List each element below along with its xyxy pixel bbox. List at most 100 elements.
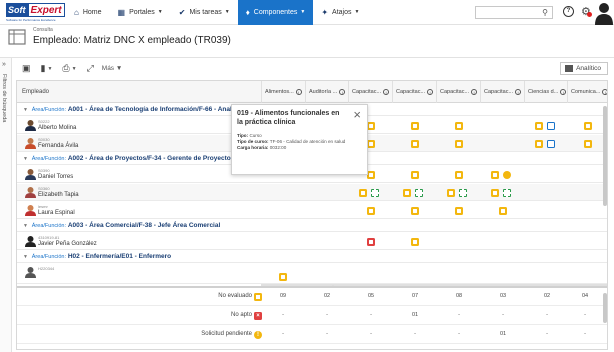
status-pending-icon[interactable] [367,122,375,130]
nav-mis-tareas[interactable]: ✔ Mis tareas ▼ [171,0,238,25]
status-pending-icon[interactable] [279,273,287,281]
nav-componentes[interactable]: ♦ Componentes ▼ [237,0,314,25]
status-pending-icon[interactable] [491,189,499,197]
status-pending-icon[interactable] [455,140,463,148]
analitico-button[interactable]: Analítico [560,62,608,75]
collapse-icon[interactable]: ▼ [23,223,28,229]
column-header[interactable]: Capacitac... i [436,81,480,103]
status-pending-icon[interactable] [491,171,499,179]
status-pending-icon[interactable] [411,140,419,148]
column-header[interactable]: Capacitac... i [480,81,524,103]
nav-home[interactable]: ⌂ Home [66,0,110,25]
close-icon[interactable]: × [353,107,361,122]
status-renewal-icon[interactable] [503,189,511,197]
employee-column-header[interactable]: Empleado [17,81,261,103]
collapse-icon[interactable]: ▼ [23,107,28,113]
status-pending-icon[interactable] [411,122,419,130]
info-icon[interactable]: i [560,88,567,95]
summary-value: 08 [455,293,463,299]
summary-value: 07 [411,293,419,299]
chevron-down-icon[interactable]: ▼ [47,66,52,72]
info-icon[interactable]: i [515,88,522,95]
info-icon[interactable]: i [427,88,434,95]
search-input[interactable]: ⚲ [475,6,553,19]
info-icon[interactable]: i [295,88,302,95]
summary-panel: No evaluado 09 02 05 07 08 03 02 04 No a… [17,286,607,349]
chevron-down-icon: ▼ [157,9,163,15]
breadcrumb[interactable]: Consulta [33,27,53,33]
status-pending-icon[interactable] [584,140,592,148]
status-pending-icon[interactable] [455,171,463,179]
table-row[interactable]: lesmr Laura Espinal [17,202,607,219]
status-failed-icon[interactable] [367,238,375,246]
chart-icon[interactable]: ▮ [41,63,46,74]
nav-atajos[interactable]: ✦ Atajos ▼ [313,0,367,25]
summary-value: - [326,312,328,318]
group-row[interactable]: ▼ Área/Función: H02 - Enfermería/E01 - E… [17,251,607,263]
employee-name: Fernanda Ávila [38,143,79,149]
tooltip-value: TF-06 - Calidad de atención en salud [269,139,346,145]
expand-icon[interactable]: » [2,61,6,68]
softexpert-logo[interactable]: Soft Expert Software for Performance Exc… [0,0,65,25]
status-pending-icon[interactable] [455,207,463,215]
group-name: A001 - Área de Tecnología de Información… [67,106,232,113]
summary-value: - [458,331,460,337]
summary-scrollbar[interactable] [603,293,607,323]
status-pending-icon[interactable] [411,171,419,179]
column-header[interactable]: Comunica... i [567,81,607,103]
status-requested-icon[interactable] [503,171,511,179]
more-menu[interactable]: Más ▼ [102,65,123,72]
group-prefix: Área/Función: [31,156,67,162]
info-icon[interactable]: i [339,88,346,95]
page-header: Consulta Empleado: Matriz DNC X empleado… [0,25,614,58]
avatar [25,120,36,131]
print-icon[interactable]: ⎙ [62,63,69,74]
status-pending-icon[interactable] [535,140,543,148]
table-row[interactable]: S0360 Elizabeth Tapia [17,184,607,201]
collapse-icon[interactable]: ▼ [23,156,28,162]
column-header[interactable]: Auditoría ... i [305,81,348,103]
status-pending-icon[interactable] [367,207,375,215]
status-renewal-icon[interactable] [459,189,467,197]
tooltip-label: Tipo de curso: [237,139,269,145]
status-renewal-icon[interactable] [415,189,423,197]
help-icon[interactable]: ? [563,6,574,17]
column-header[interactable]: Capacitac... i [348,81,392,103]
group-row[interactable]: ▼ Área/Función: A003 - Área Comercial/F-… [17,220,607,232]
chevron-down-icon[interactable]: ▼ [72,66,77,72]
layout-icon[interactable]: ▣ [22,63,31,74]
status-pending-icon[interactable] [367,171,375,179]
status-pending-icon[interactable] [584,122,592,130]
status-renewal-icon[interactable] [371,189,379,197]
user-avatar[interactable] [594,1,614,25]
status-document-icon[interactable] [547,140,555,148]
scrollbar[interactable] [603,106,607,206]
status-pending-icon[interactable] [367,140,375,148]
column-header[interactable]: Ciencias d... i [524,81,567,103]
status-pending-icon[interactable] [535,122,543,130]
status-pending-icon[interactable] [499,207,507,215]
info-icon[interactable]: i [471,88,478,95]
info-icon[interactable]: i [383,88,390,95]
column-header[interactable]: Alimentos... i [261,81,305,103]
status-pending-icon[interactable] [455,122,463,130]
check-icon: ✔ [178,7,186,17]
status-pending-icon[interactable] [411,238,419,246]
filter-sidebar[interactable]: » Filtros de búsqueda [0,58,12,352]
table-row[interactable]: 4310919-81 Javier Peña González [17,233,607,250]
employee-id: 4310919-81 [38,235,60,240]
info-icon[interactable]: i [602,88,607,95]
table-row[interactable]: H220344 [17,264,607,284]
nav-portales[interactable]: ▦ Portales ▼ [110,0,171,25]
status-pending-icon[interactable] [447,189,455,197]
summary-label: No evaluado [218,293,252,299]
expand-arrows-icon[interactable]: ⤢ [87,63,94,74]
column-header[interactable]: Capacitac... i [392,81,436,103]
status-pending-icon[interactable] [359,189,367,197]
status-document-icon[interactable] [547,122,555,130]
nav-home-label: Home [82,8,102,16]
status-pending-icon[interactable] [411,207,419,215]
status-pending-icon[interactable] [403,189,411,197]
employee-name: Alberto Molina [38,125,77,131]
collapse-icon[interactable]: ▼ [23,254,28,260]
